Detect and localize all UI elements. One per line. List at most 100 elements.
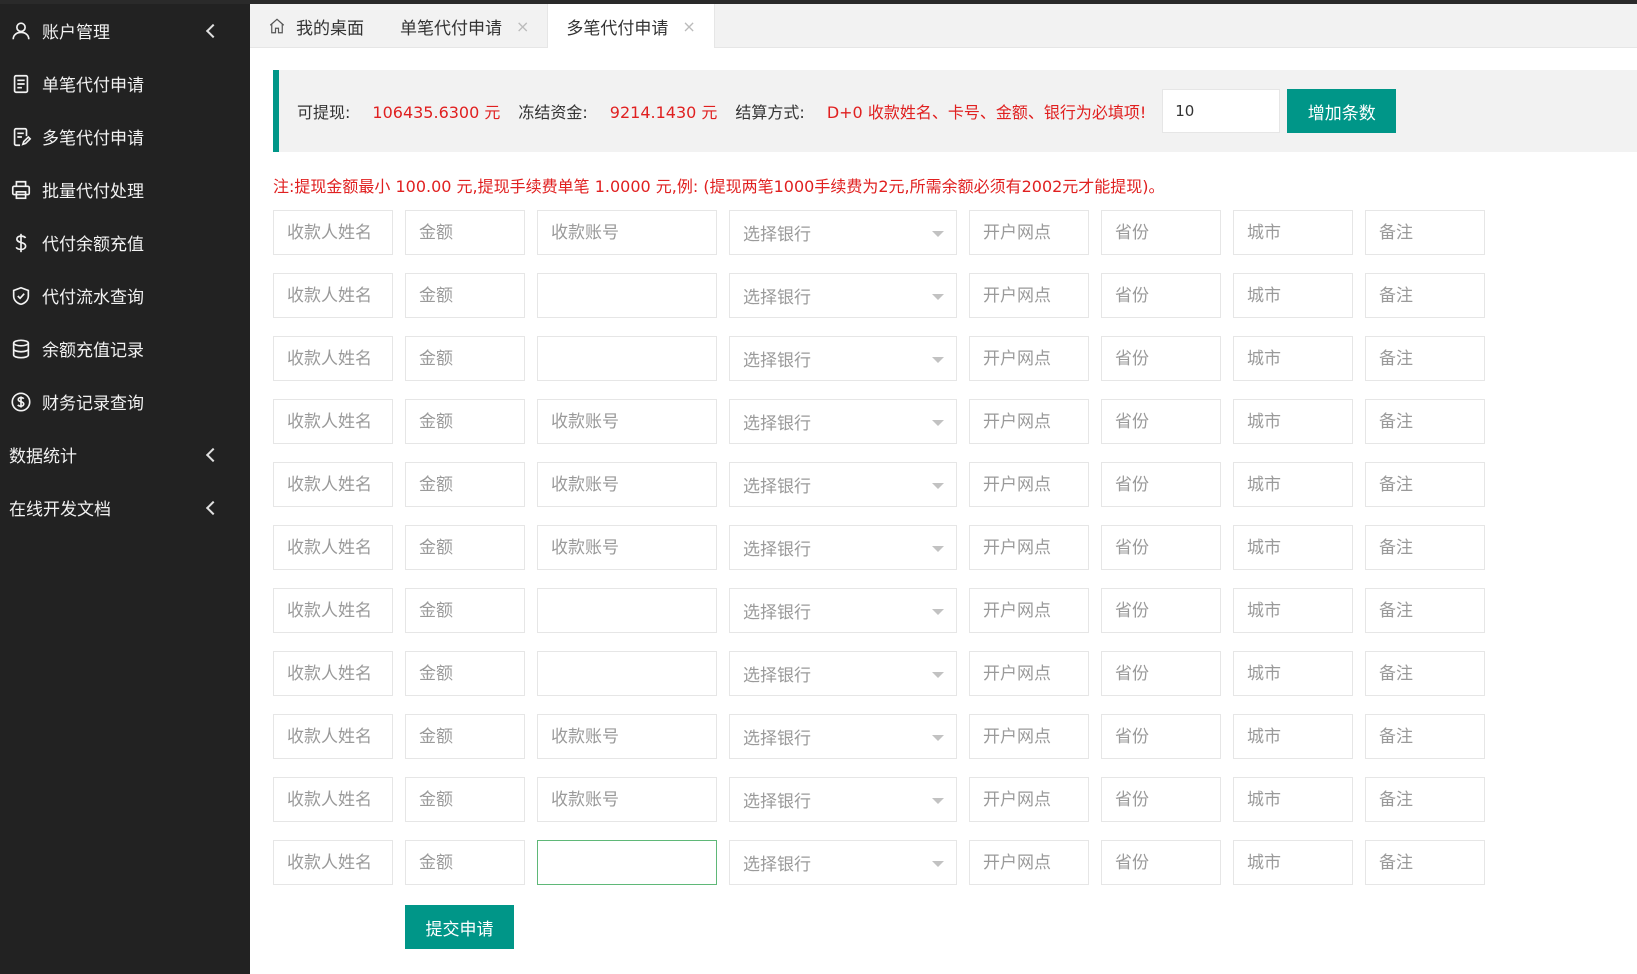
remark-input[interactable] [1365,714,1485,759]
branch-input[interactable] [969,588,1089,633]
name-input[interactable] [273,210,393,255]
province-input[interactable] [1101,777,1221,822]
sidebar-item-7[interactable]: 财务记录查询 [0,375,250,428]
branch-input[interactable] [969,336,1089,381]
amount-input[interactable] [405,840,525,885]
name-input[interactable] [273,399,393,444]
bank-select[interactable]: 选择银行 [729,651,957,696]
name-input[interactable] [273,336,393,381]
province-input[interactable] [1101,399,1221,444]
province-input[interactable] [1101,525,1221,570]
sidebar-item-8[interactable]: 数据统计 [0,428,250,481]
province-input[interactable] [1101,462,1221,507]
amount-input[interactable] [405,336,525,381]
tab-0[interactable]: 我的桌面 [250,4,382,48]
sidebar-item-9[interactable]: 在线开发文档 [0,481,250,534]
remark-input[interactable] [1365,651,1485,696]
city-input[interactable] [1233,525,1353,570]
branch-input[interactable] [969,462,1089,507]
branch-input[interactable] [969,210,1089,255]
branch-input[interactable] [969,525,1089,570]
province-input[interactable] [1101,714,1221,759]
name-input[interactable] [273,273,393,318]
name-input[interactable] [273,777,393,822]
sidebar-item-1[interactable]: 单笔代付申请 [0,57,250,110]
branch-input[interactable] [969,840,1089,885]
city-input[interactable] [1233,336,1353,381]
bank-select[interactable]: 选择银行 [729,714,957,759]
amount-input[interactable] [405,462,525,507]
province-input[interactable] [1101,651,1221,696]
remark-input[interactable] [1365,210,1485,255]
name-input[interactable] [273,714,393,759]
amount-input[interactable] [405,777,525,822]
amount-input[interactable] [405,399,525,444]
add-rows-button[interactable]: 增加条数 [1287,89,1397,133]
province-input[interactable] [1101,273,1221,318]
city-input[interactable] [1233,462,1353,507]
city-input[interactable] [1233,651,1353,696]
account-input[interactable] [537,336,717,381]
bank-select[interactable]: 选择银行 [729,336,957,381]
bank-select[interactable]: 选择银行 [729,399,957,444]
province-input[interactable] [1101,588,1221,633]
amount-input[interactable] [405,210,525,255]
close-icon[interactable]: × [682,17,695,36]
name-input[interactable] [273,651,393,696]
amount-input[interactable] [405,651,525,696]
bank-select[interactable]: 选择银行 [729,273,957,318]
remark-input[interactable] [1365,462,1485,507]
bank-select[interactable]: 选择银行 [729,588,957,633]
account-input[interactable] [537,714,717,759]
account-input[interactable] [537,777,717,822]
bank-select[interactable]: 选择银行 [729,462,957,507]
province-input[interactable] [1101,840,1221,885]
remark-input[interactable] [1365,840,1485,885]
remark-input[interactable] [1365,525,1485,570]
name-input[interactable] [273,462,393,507]
branch-input[interactable] [969,399,1089,444]
account-input[interactable] [537,588,717,633]
sidebar-item-4[interactable]: 代付余额充值 [0,216,250,269]
remark-input[interactable] [1365,399,1485,444]
account-input[interactable] [537,525,717,570]
remark-input[interactable] [1365,336,1485,381]
sidebar-item-6[interactable]: 余额充值记录 [0,322,250,375]
bank-select[interactable]: 选择银行 [729,525,957,570]
amount-input[interactable] [405,714,525,759]
bank-select[interactable]: 选择银行 [729,777,957,822]
account-input[interactable] [537,273,717,318]
row-count-input[interactable] [1162,89,1281,133]
name-input[interactable] [273,525,393,570]
city-input[interactable] [1233,840,1353,885]
account-input[interactable] [537,399,717,444]
sidebar-item-2[interactable]: 多笔代付申请 [0,110,250,163]
city-input[interactable] [1233,210,1353,255]
branch-input[interactable] [969,651,1089,696]
account-input[interactable] [537,651,717,696]
remark-input[interactable] [1365,777,1485,822]
name-input[interactable] [273,840,393,885]
sidebar-item-0[interactable]: 账户管理 [0,4,250,57]
amount-input[interactable] [405,273,525,318]
amount-input[interactable] [405,588,525,633]
account-input[interactable] [537,462,717,507]
account-input[interactable] [537,210,717,255]
tab-2[interactable]: 多笔代付申请 × [547,4,715,48]
city-input[interactable] [1233,273,1353,318]
province-input[interactable] [1101,336,1221,381]
amount-input[interactable] [405,525,525,570]
city-input[interactable] [1233,777,1353,822]
branch-input[interactable] [969,714,1089,759]
bank-select[interactable]: 选择银行 [729,210,957,255]
sidebar-item-5[interactable]: 代付流水查询 [0,269,250,322]
tab-1[interactable]: 单笔代付申请 × [382,4,547,48]
branch-input[interactable] [969,777,1089,822]
close-icon[interactable]: × [516,17,529,36]
account-input[interactable] [537,840,717,885]
remark-input[interactable] [1365,588,1485,633]
city-input[interactable] [1233,588,1353,633]
city-input[interactable] [1233,399,1353,444]
bank-select[interactable]: 选择银行 [729,840,957,885]
submit-button[interactable]: 提交申请 [405,905,514,949]
